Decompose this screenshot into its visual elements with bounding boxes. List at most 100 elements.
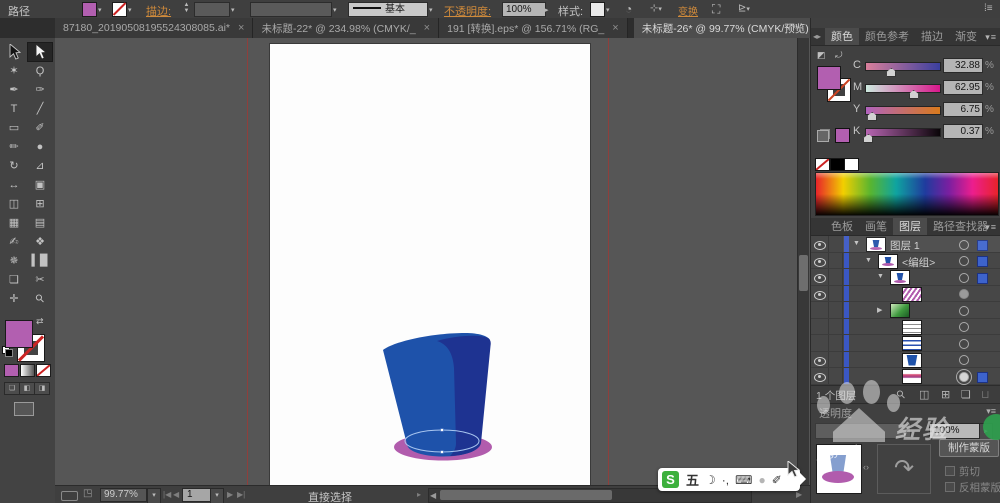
document-tab[interactable]: 未标题-26* @ 99.77% (CMYK/预览)×	[633, 18, 833, 38]
panel-tab-颜色参考[interactable]: 颜色参考	[859, 28, 915, 45]
layer-target-ring[interactable]	[959, 256, 969, 266]
document-tab[interactable]: 191 [转换].eps* @ 156.71% (RG_ ×	[439, 18, 628, 38]
gradient-mode-button[interactable]	[20, 364, 35, 377]
transparency-opacity-field[interactable]: 100%	[929, 423, 983, 439]
locate-object-icon[interactable]: ⚲	[894, 388, 908, 402]
status-expand-icon[interactable]: ▸	[417, 490, 421, 499]
shape-builder-tool[interactable]: ◫	[2, 195, 26, 213]
fill-proxy-swatch[interactable]	[5, 320, 33, 348]
layer-target-ring[interactable]	[959, 355, 969, 365]
layer-thumbnail-blue-lines[interactable]	[902, 336, 922, 351]
layer-thumbnail-green[interactable]	[890, 303, 910, 318]
brush-definition-select[interactable]: 基本	[348, 2, 428, 17]
free-transform-tool[interactable]: ▣	[28, 176, 52, 194]
width-profile-dropdown-icon[interactable]: ▾	[333, 6, 337, 14]
visibility-eye-icon[interactable]	[814, 257, 826, 267]
color-panel-menu-icon[interactable]: ▾≡	[985, 32, 997, 43]
layer-target-ring[interactable]	[959, 305, 969, 316]
visibility-eye-icon[interactable]	[814, 373, 826, 382]
blend-tool[interactable]: ❖	[28, 233, 52, 251]
control-panel-menu-icon[interactable]: ⁞≡	[984, 1, 993, 17]
artboard-tool[interactable]: ❏	[2, 271, 26, 289]
transparency-panel-title[interactable]: 透明度	[819, 405, 852, 421]
stroke-dropdown-icon[interactable]: ▾	[128, 6, 132, 14]
anchor-point[interactable]	[440, 450, 444, 454]
first-artboard-icon[interactable]: |◀	[163, 490, 171, 499]
layer-row[interactable]	[811, 335, 1000, 352]
pen-tool[interactable]: ✒	[2, 81, 26, 99]
disclosure-down-icon[interactable]: ▼	[853, 240, 860, 247]
fill-dropdown-icon[interactable]: ▾	[98, 6, 102, 14]
panel-tab-图层[interactable]: 图层	[893, 218, 927, 235]
display-performance-icon[interactable]	[61, 491, 78, 501]
visibility-eye-icon[interactable]	[814, 274, 826, 283]
isolate-selected-object-icon[interactable]: ⛶	[712, 1, 720, 17]
channel-slider-M[interactable]	[865, 84, 941, 99]
channel-slider-knob-M[interactable]	[908, 90, 919, 99]
halfwidth-moon-icon[interactable]: ☽	[705, 473, 716, 487]
pencil-tool[interactable]: ✏	[2, 138, 26, 156]
swap-fill-stroke-icon[interactable]: ⇄	[36, 316, 44, 327]
selection-tool[interactable]	[2, 43, 26, 61]
transparency-panel-menu-icon[interactable]: ▾≡	[986, 406, 996, 417]
layer-target-ring[interactable]	[959, 239, 969, 250]
opacity-dropdown-icon[interactable]: ▸	[545, 6, 549, 14]
new-layer-icon[interactable]: ❏	[961, 388, 971, 401]
layer-row[interactable]: ▼ <编组>	[811, 253, 1000, 269]
width-profile-select[interactable]	[250, 2, 332, 17]
transform-link[interactable]: 变换	[678, 3, 698, 18]
object-thumbnail[interactable]	[816, 444, 862, 494]
new-sublayer-icon[interactable]: ⊞	[941, 388, 950, 401]
artboard-dropdown-icon[interactable]: ▾	[210, 488, 224, 503]
layer-target-ring[interactable]	[959, 272, 969, 283]
eyedropper-tool[interactable]: ✍	[2, 233, 26, 251]
opacity-field[interactable]: 100%	[502, 2, 546, 17]
layer-target-dot[interactable]	[959, 289, 969, 299]
layer-row[interactable]	[811, 368, 1000, 385]
screen-mode-button[interactable]	[14, 402, 34, 416]
panel-tab-路径查找器[interactable]: 路径查找器	[927, 218, 994, 235]
symbol-sprayer-tool[interactable]: ✵	[2, 252, 26, 270]
mesh-tool[interactable]: ▦	[2, 214, 26, 232]
visibility-eye-icon[interactable]	[814, 241, 826, 250]
blob-brush-tool[interactable]: ●	[28, 138, 52, 156]
clip-checkbox-box[interactable]	[945, 466, 955, 476]
color-spectrum[interactable]	[815, 172, 999, 216]
draw-normal-button[interactable]: ❏	[4, 382, 20, 395]
vertical-scrollbar-thumb[interactable]	[799, 255, 808, 291]
stroke-weight-field[interactable]	[194, 2, 230, 17]
scale-tool[interactable]: ⊿	[28, 157, 52, 175]
panel-tab-描边[interactable]: 描边	[915, 28, 949, 45]
channel-value-Y[interactable]: 6.75	[943, 102, 983, 117]
invert-mask-checkbox[interactable]: 反相蒙版	[945, 480, 1000, 495]
rectangle-tool[interactable]: ▭	[2, 119, 26, 137]
clip-checkbox[interactable]: 剪切	[945, 464, 980, 479]
rotate-tool[interactable]: ↻	[2, 157, 26, 175]
line-segment-tool[interactable]: ╱	[28, 100, 52, 118]
layer-selected-indicator[interactable]	[977, 272, 988, 284]
layer-row[interactable]: ▶	[811, 302, 1000, 319]
style-dropdown-icon[interactable]: ▾	[606, 6, 610, 14]
anchor-point[interactable]	[440, 428, 444, 432]
channel-slider-C[interactable]	[865, 62, 941, 77]
panel-tab-画笔[interactable]: 画笔	[859, 218, 893, 235]
visibility-eye-icon[interactable]	[814, 290, 826, 300]
layer-thumbnail-blue-cup[interactable]	[902, 352, 922, 368]
stroke-panel-link[interactable]: 描边:	[146, 3, 171, 19]
horizontal-scrollbar-thumb[interactable]	[440, 490, 612, 500]
width-tool[interactable]: ↔	[2, 176, 26, 194]
make-mask-button[interactable]: 制作蒙版	[939, 439, 999, 457]
white-swatch[interactable]	[844, 158, 859, 171]
visibility-eye-icon[interactable]	[814, 356, 826, 366]
zoom-dropdown-icon[interactable]: ▾	[147, 488, 161, 503]
layer-target-ring-filled[interactable]	[959, 371, 969, 382]
punctuation-icon[interactable]: ·,	[722, 473, 729, 487]
recolor-artwork-icon[interactable]: ◔	[625, 1, 632, 17]
channel-value-C[interactable]: 32.88	[943, 58, 983, 73]
gradient-tool[interactable]: ▤	[28, 214, 52, 232]
layer-thumbnail-pink-stripe[interactable]	[902, 369, 922, 384]
layer-selected-indicator[interactable]	[977, 371, 988, 383]
channel-slider-Y[interactable]	[865, 106, 941, 121]
document-tab[interactable]: 87180_20190508195524308085.ai* ×	[55, 18, 254, 38]
layer-thumbnail-purple-stripes[interactable]	[902, 286, 922, 302]
